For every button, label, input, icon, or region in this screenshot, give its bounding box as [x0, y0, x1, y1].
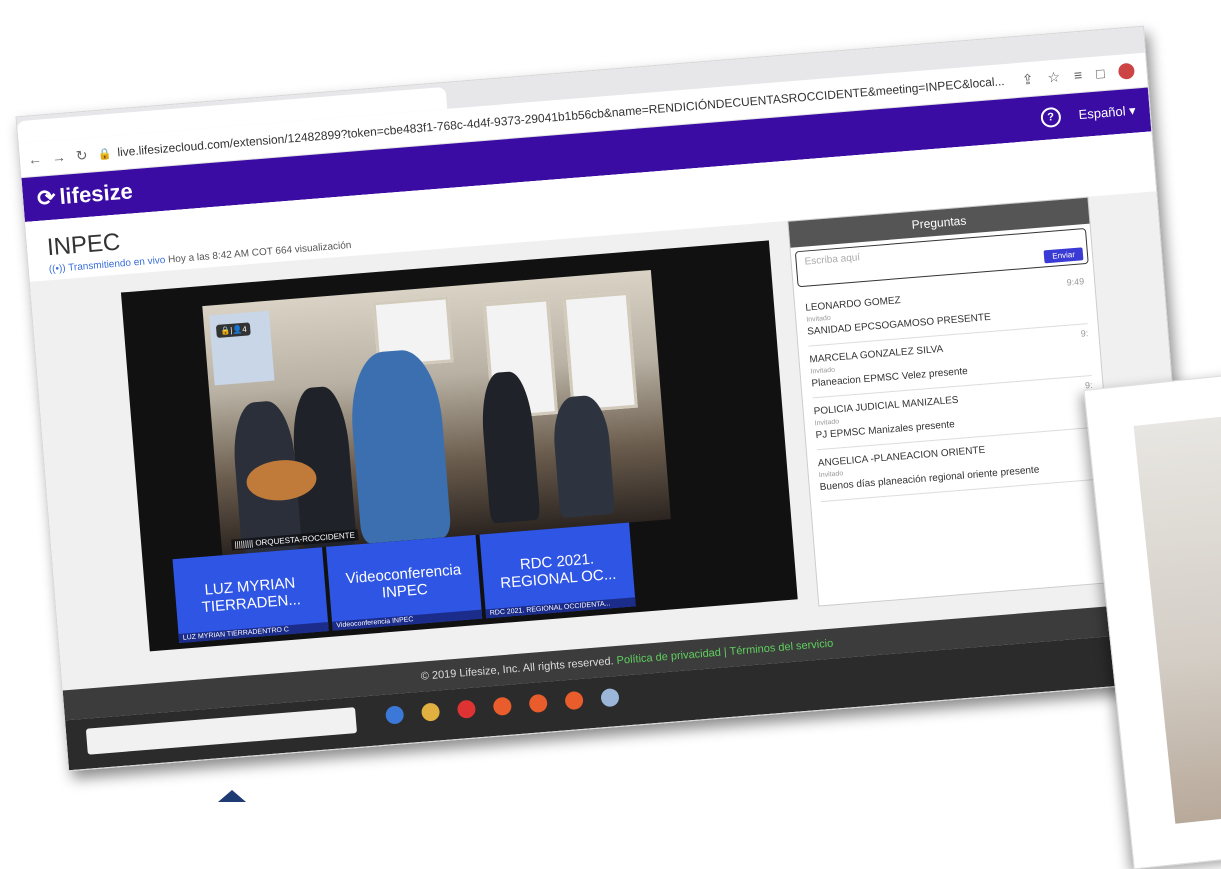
reload-icon[interactable]: ↻ — [75, 146, 88, 164]
page-content: INPEC ((•)) Transmitiendo en vivo Hoy a … — [24, 131, 1197, 772]
folder-icon[interactable] — [420, 702, 441, 722]
profile-avatar[interactable] — [1117, 62, 1136, 80]
star-icon[interactable]: ☆ — [1047, 68, 1061, 86]
participant-tile[interactable]: RDC 2021. REGIONAL OC... RDC 2021. REGIO… — [479, 522, 636, 619]
window-3 — [562, 291, 638, 413]
lock-icon: 🔒 — [97, 147, 112, 161]
lifesize-swirl-icon: ⟳ — [36, 184, 57, 211]
app-icon[interactable] — [528, 693, 548, 714]
participant-tile[interactable]: Videoconferencia INPEC Videoconferencia … — [326, 534, 483, 631]
nav-buttons: ← → ↻ — [19, 146, 98, 169]
reading-list-icon[interactable]: ≡ — [1073, 67, 1082, 84]
app-icon[interactable] — [385, 705, 405, 725]
browser-actions: ⇪ ☆ ≡ □ — [1021, 61, 1147, 88]
help-icon[interactable]: ? — [1039, 106, 1062, 129]
app-icon[interactable] — [492, 696, 513, 716]
logo-fragment — [218, 790, 246, 802]
back-icon[interactable]: ← — [27, 150, 42, 168]
lifesize-logo[interactable]: ⟳ lifesize — [36, 178, 134, 212]
sidebar-icon[interactable]: □ — [1095, 65, 1105, 82]
app-icon[interactable] — [564, 690, 584, 711]
video-main: 🔒|👤4 ||||||||| ORQUESTA-ROCCIDENTE — [202, 269, 671, 556]
questions-panel: Preguntas Escriba aquí Enviar 9:49 LEONA… — [787, 196, 1120, 607]
share-icon[interactable]: ⇪ — [1021, 70, 1034, 88]
singer — [346, 347, 452, 545]
browser-screenshot: ← → ↻ 🔒 live.lifesizecloud.com/extension… — [15, 25, 1197, 772]
musician-4 — [550, 394, 616, 519]
header-right: ? Español ▾ — [1039, 101, 1136, 129]
participant-tile[interactable]: LUZ MYRIAN TIERRADEN... LUZ MYRIAN TIERR… — [172, 547, 329, 644]
language-selector[interactable]: Español ▾ — [1078, 103, 1136, 124]
taskbar-icons — [385, 687, 620, 725]
terms-link[interactable]: Términos del servicio — [729, 638, 834, 658]
participant-badge: 🔒|👤4 — [215, 322, 252, 339]
questions-list: 9:49 LEONARDO GOMEZ Invitado SANIDAD EPC… — [794, 268, 1110, 507]
video-player[interactable]: 🔒|👤4 ||||||||| ORQUESTA-ROCCIDENTE LUZ M… — [120, 240, 798, 652]
app-icon[interactable] — [456, 699, 477, 719]
forward-icon[interactable]: → — [51, 148, 66, 166]
privacy-link[interactable]: Política de privacidad — [616, 647, 721, 667]
send-button[interactable]: Enviar — [1043, 247, 1084, 264]
second-photo — [1133, 402, 1221, 824]
app-icon[interactable] — [600, 687, 620, 708]
